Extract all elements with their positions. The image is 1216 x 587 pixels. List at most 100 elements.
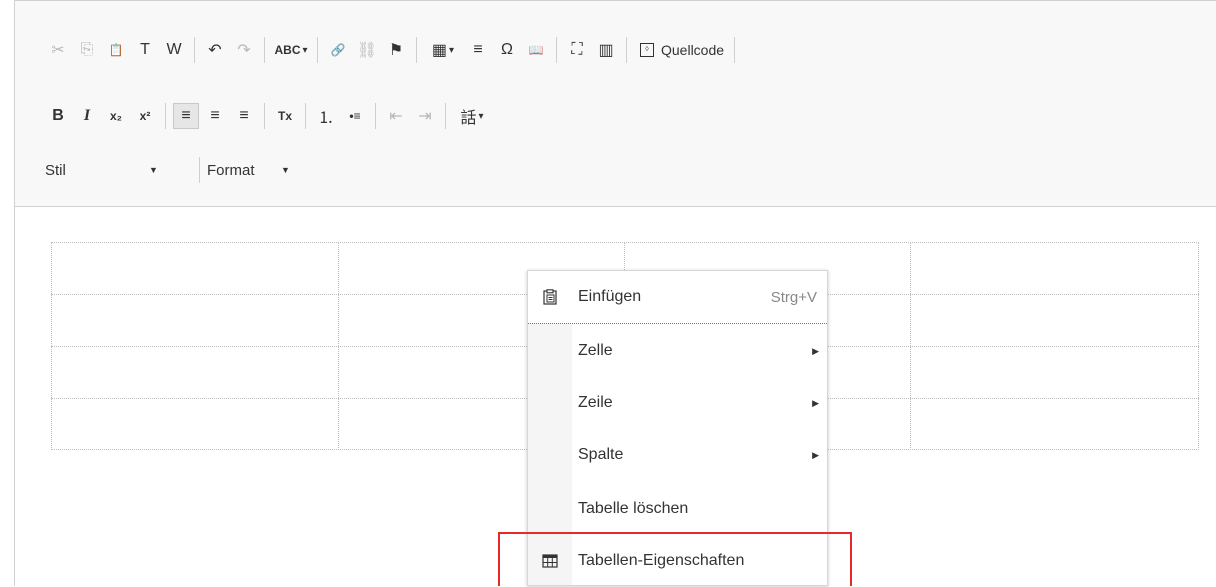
menu-item-label: Tabelle löschen bbox=[578, 500, 689, 517]
anchor-flag-button[interactable]: ⚑ bbox=[383, 37, 409, 63]
indent-button[interactable]: ⇥ bbox=[412, 103, 438, 129]
menu-item-column[interactable]: Spalte ▶ bbox=[572, 429, 827, 481]
align-right-button[interactable]: ≡ bbox=[231, 103, 257, 129]
chevron-down-icon: ▾ bbox=[302, 44, 308, 56]
remove-format-icon: Tx bbox=[277, 109, 292, 123]
paste-text-icon: T bbox=[140, 41, 150, 58]
source-code-icon: ◊ bbox=[640, 43, 654, 57]
superscript-icon: x² bbox=[139, 109, 151, 123]
show-blocks-icon: ▥ bbox=[598, 42, 614, 59]
align-center-icon: ≡ bbox=[210, 107, 220, 124]
format-dropdown[interactable]: Format ▼ bbox=[207, 157, 290, 183]
toolbar-row-2: B Ix₂ x² ≡ ≡ ≡ Tx ⒈ •≡ ⇤ ⇥ 話 ▾ bbox=[45, 101, 494, 131]
redo-button[interactable]: ↷ bbox=[231, 37, 257, 63]
menu-item-row[interactable]: Zeile ▶ bbox=[572, 377, 827, 429]
remove-format-button[interactable]: Tx bbox=[272, 103, 298, 129]
paste-word-icon: W bbox=[166, 41, 182, 58]
bold-button[interactable]: B bbox=[45, 103, 71, 129]
outdent-button[interactable]: ⇤ bbox=[383, 103, 409, 129]
copy-button[interactable]: ⎘ bbox=[74, 37, 100, 63]
toolbar-separator bbox=[199, 157, 200, 183]
align-center-button[interactable]: ≡ bbox=[202, 103, 228, 129]
chevron-down-icon: ▼ bbox=[149, 165, 158, 175]
paste-icon bbox=[528, 289, 572, 305]
maximize-button[interactable]: ⛶ bbox=[564, 37, 590, 63]
chevron-right-icon: ▶ bbox=[812, 397, 819, 408]
special-char-icon: Ω bbox=[501, 41, 513, 58]
chevron-down-icon: ▼ bbox=[281, 165, 290, 175]
toolbar-separator bbox=[416, 37, 417, 63]
menu-item-cell[interactable]: Zelle ▶ bbox=[572, 325, 827, 377]
spellcheck-icon: ABC bbox=[274, 43, 301, 57]
horizontal-line-button[interactable]: ≡ bbox=[465, 37, 491, 63]
show-blocks-button[interactable]: ▥ bbox=[593, 37, 619, 63]
style-dropdown[interactable]: Stil ▼ bbox=[45, 157, 195, 183]
format-dropdown-label: Format bbox=[207, 161, 255, 179]
toolbar-separator bbox=[305, 103, 306, 129]
bulleted-list-button[interactable]: •≡ bbox=[342, 103, 368, 129]
toolbar-separator bbox=[375, 103, 376, 129]
paste-icon: 📋 bbox=[108, 43, 124, 57]
numbered-list-button[interactable]: ⒈ bbox=[313, 103, 339, 129]
cut-icon: ✂ bbox=[51, 42, 65, 59]
italic-button[interactable]: I bbox=[74, 103, 100, 129]
chevron-right-icon: ▶ bbox=[812, 449, 819, 460]
maximize-icon: ⛶ bbox=[571, 41, 583, 58]
menu-item-label: Zelle bbox=[578, 342, 613, 359]
cut-button[interactable]: ✂ bbox=[45, 37, 71, 63]
bulleted-list-icon: •≡ bbox=[349, 109, 361, 123]
numbered-list-icon: ⒈ bbox=[317, 110, 334, 127]
source-code-button[interactable]: ◊ Quellcode bbox=[634, 37, 730, 63]
chevron-down-icon: ▾ bbox=[478, 110, 484, 122]
table-button[interactable]: ▦ ▾ bbox=[424, 37, 462, 63]
bold-icon: B bbox=[52, 107, 64, 124]
menu-item-label: Spalte bbox=[578, 446, 624, 463]
toolbar-separator bbox=[264, 103, 265, 129]
paste-button[interactable]: 📋 bbox=[103, 37, 129, 63]
language-button[interactable]: 話 ▾ bbox=[453, 103, 491, 129]
link-icon: 🔗 bbox=[330, 43, 346, 57]
source-code-label: Quellcode bbox=[661, 42, 725, 58]
align-left-icon: ≡ bbox=[181, 107, 191, 124]
unlink-button[interactable]: ⛓ bbox=[354, 37, 380, 63]
table-border bbox=[51, 242, 52, 450]
toolbar-separator bbox=[194, 37, 195, 63]
align-left-button[interactable]: ≡ bbox=[173, 103, 199, 129]
undo-icon: ↶ bbox=[208, 42, 222, 59]
anchor-flag-icon: ⚑ bbox=[388, 42, 404, 59]
link-button[interactable]: 🔗 bbox=[325, 37, 351, 63]
spellcheck-button[interactable]: ABC ▾ bbox=[272, 37, 310, 63]
book-button[interactable]: 📖 bbox=[523, 37, 549, 63]
unlink-icon: ⛓ bbox=[356, 42, 378, 59]
table-border bbox=[1198, 242, 1199, 450]
toolbar-separator bbox=[556, 37, 557, 63]
toolbar-row-3: Stil ▼ Format ▼ bbox=[45, 155, 290, 185]
toolbar-separator bbox=[734, 37, 736, 63]
toolbar-separator bbox=[445, 103, 446, 129]
menu-item-label: Einfügen bbox=[578, 288, 642, 305]
menu-item-delete-table[interactable]: Tabelle löschen bbox=[572, 483, 827, 535]
undo-button[interactable]: ↶ bbox=[202, 37, 228, 63]
chevron-right-icon: ▶ bbox=[812, 345, 819, 356]
menu-item-paste[interactable]: Einfügen Strg+V bbox=[528, 271, 827, 323]
subscript-button[interactable]: x₂ bbox=[103, 103, 129, 129]
subscript-icon: x₂ bbox=[109, 109, 122, 123]
align-right-icon: ≡ bbox=[239, 107, 249, 124]
redo-icon: ↷ bbox=[237, 42, 251, 59]
toolbar-separator bbox=[165, 103, 166, 129]
paste-word-button[interactable]: W bbox=[161, 37, 187, 63]
table-border bbox=[51, 242, 1199, 243]
copy-icon: ⎘ bbox=[80, 41, 94, 58]
toolbar-separator bbox=[317, 37, 318, 63]
paste-text-button[interactable]: T bbox=[132, 37, 158, 63]
menu-item-label: Zeile bbox=[578, 394, 613, 411]
style-dropdown-label: Stil bbox=[45, 161, 66, 179]
table-col-border bbox=[910, 242, 911, 450]
toolbar-separator bbox=[264, 37, 265, 63]
indent-icon: ⇥ bbox=[418, 108, 432, 125]
special-char-button[interactable]: Ω bbox=[494, 37, 520, 63]
chevron-down-icon: ▾ bbox=[449, 44, 455, 56]
superscript-button[interactable]: x² bbox=[132, 103, 158, 129]
horizontal-line-icon: ≡ bbox=[473, 41, 483, 58]
book-icon: 📖 bbox=[528, 43, 544, 57]
